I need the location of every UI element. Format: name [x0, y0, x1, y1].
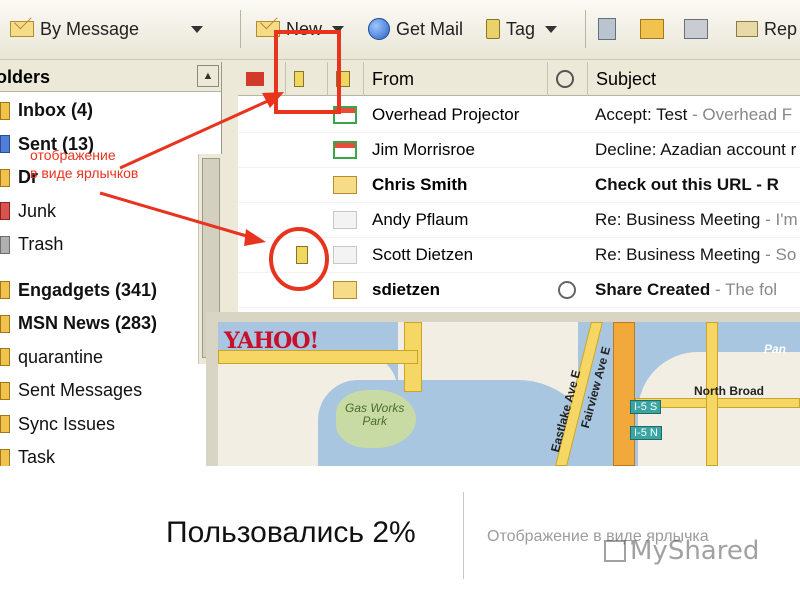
- watermark: MyShared: [604, 536, 759, 566]
- watermark-logo-icon: [604, 540, 626, 562]
- arrowhead-icon: [262, 92, 284, 108]
- annotation-line: в виде ярлычков: [30, 165, 139, 181]
- watermark-text: MyShared: [630, 536, 760, 566]
- annotation-arrow-down: [99, 191, 251, 239]
- caption-divider: [463, 492, 464, 579]
- annotation-text: отображение в виде ярлычков: [30, 146, 138, 182]
- annotation-overlay: [99, 30, 341, 291]
- highlight-circle: [269, 227, 329, 291]
- annotation-line: отображение: [30, 147, 116, 163]
- arrowhead-icon: [244, 229, 266, 246]
- annotation-arrow-up: [119, 98, 271, 170]
- slide-caption: Пользовались 2%: [166, 516, 416, 549]
- mail-client-screenshot: By Message New Get Mail Tag Rep olders ▲…: [0, 0, 800, 466]
- highlight-box: [274, 30, 341, 114]
